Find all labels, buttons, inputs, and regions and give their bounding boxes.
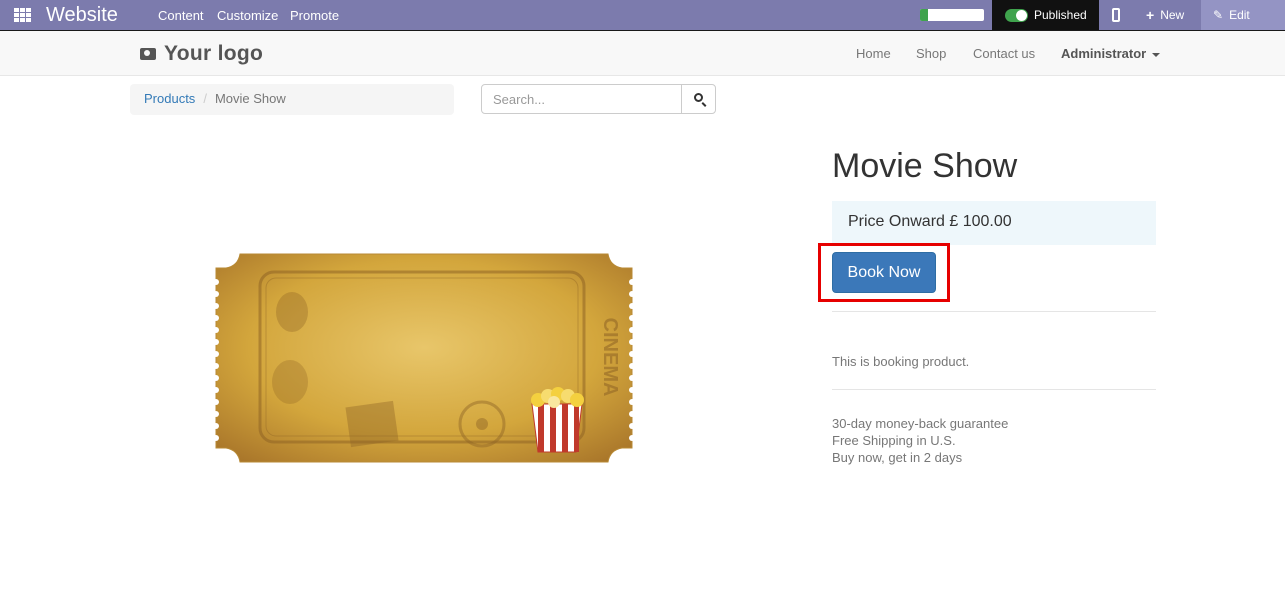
cinema-ticket-text: CINEMA (599, 318, 621, 397)
perks-list: 30-day money-back guarantee Free Shippin… (832, 415, 1008, 466)
published-toggle[interactable]: Published (992, 0, 1099, 30)
logo-text: Your logo (164, 42, 264, 65)
divider (832, 389, 1156, 390)
search-icon (694, 93, 703, 102)
user-menu[interactable]: Administrator (1061, 46, 1161, 61)
perk-item: Free Shipping in U.S. (832, 433, 956, 448)
nav-contact-us[interactable]: Contact us (973, 46, 1035, 61)
breadcrumb-separator: / (203, 91, 207, 106)
divider (832, 311, 1156, 312)
popcorn-icon (531, 387, 584, 453)
progress-fill (920, 9, 928, 21)
perk-item: 30-day money-back guarantee (832, 416, 1009, 431)
toggle-switch-icon (1005, 8, 1028, 22)
user-name: Administrator (1061, 46, 1147, 61)
menu-customize[interactable]: Customize (217, 8, 278, 23)
product-image: CINEMA (212, 252, 636, 464)
apps-grid-icon[interactable] (14, 8, 31, 22)
menu-content[interactable]: Content (158, 8, 204, 23)
breadcrumb-products[interactable]: Products (144, 91, 195, 106)
published-label: Published (1034, 8, 1087, 22)
breadcrumb-current: Movie Show (214, 91, 286, 106)
book-now-button[interactable]: Book Now (832, 252, 936, 293)
perk-item: Buy now, get in 2 days (832, 450, 963, 465)
product-description: This is booking product. (832, 354, 970, 369)
plus-icon: + (1146, 7, 1155, 23)
breadcrumb: Products / Movie Show (130, 84, 454, 115)
site-logo[interactable]: Your logo (140, 42, 263, 66)
nav-shop[interactable]: Shop (916, 46, 946, 61)
new-label: New (1160, 8, 1185, 22)
new-button[interactable]: + New (1146, 8, 1184, 22)
price-text: Price Onward £ 100.00 (848, 213, 1012, 230)
product-title: Movie Show (832, 147, 1018, 185)
camera-icon (140, 48, 156, 60)
caret-down-icon (1152, 52, 1161, 57)
menu-promote[interactable]: Promote (290, 8, 339, 23)
cinema-ticket-image: CINEMA (213, 253, 635, 463)
nav-home[interactable]: Home (856, 46, 891, 61)
search-input[interactable] (481, 84, 682, 114)
site-navbar: Your logo Home Shop Contact us Administr… (0, 30, 1285, 76)
mobile-preview-icon[interactable] (1112, 8, 1120, 22)
seo-progress-bar (920, 9, 984, 21)
pencil-icon: ✎ (1213, 8, 1224, 22)
edit-button[interactable]: ✎ Edit (1201, 0, 1285, 30)
admin-bar: Website Content Customize Promote Publis… (0, 0, 1285, 30)
app-brand[interactable]: Website (46, 4, 118, 26)
search-button[interactable] (681, 84, 716, 114)
edit-label: Edit (1229, 8, 1250, 22)
price-box: Price Onward £ 100.00 (832, 201, 1156, 245)
